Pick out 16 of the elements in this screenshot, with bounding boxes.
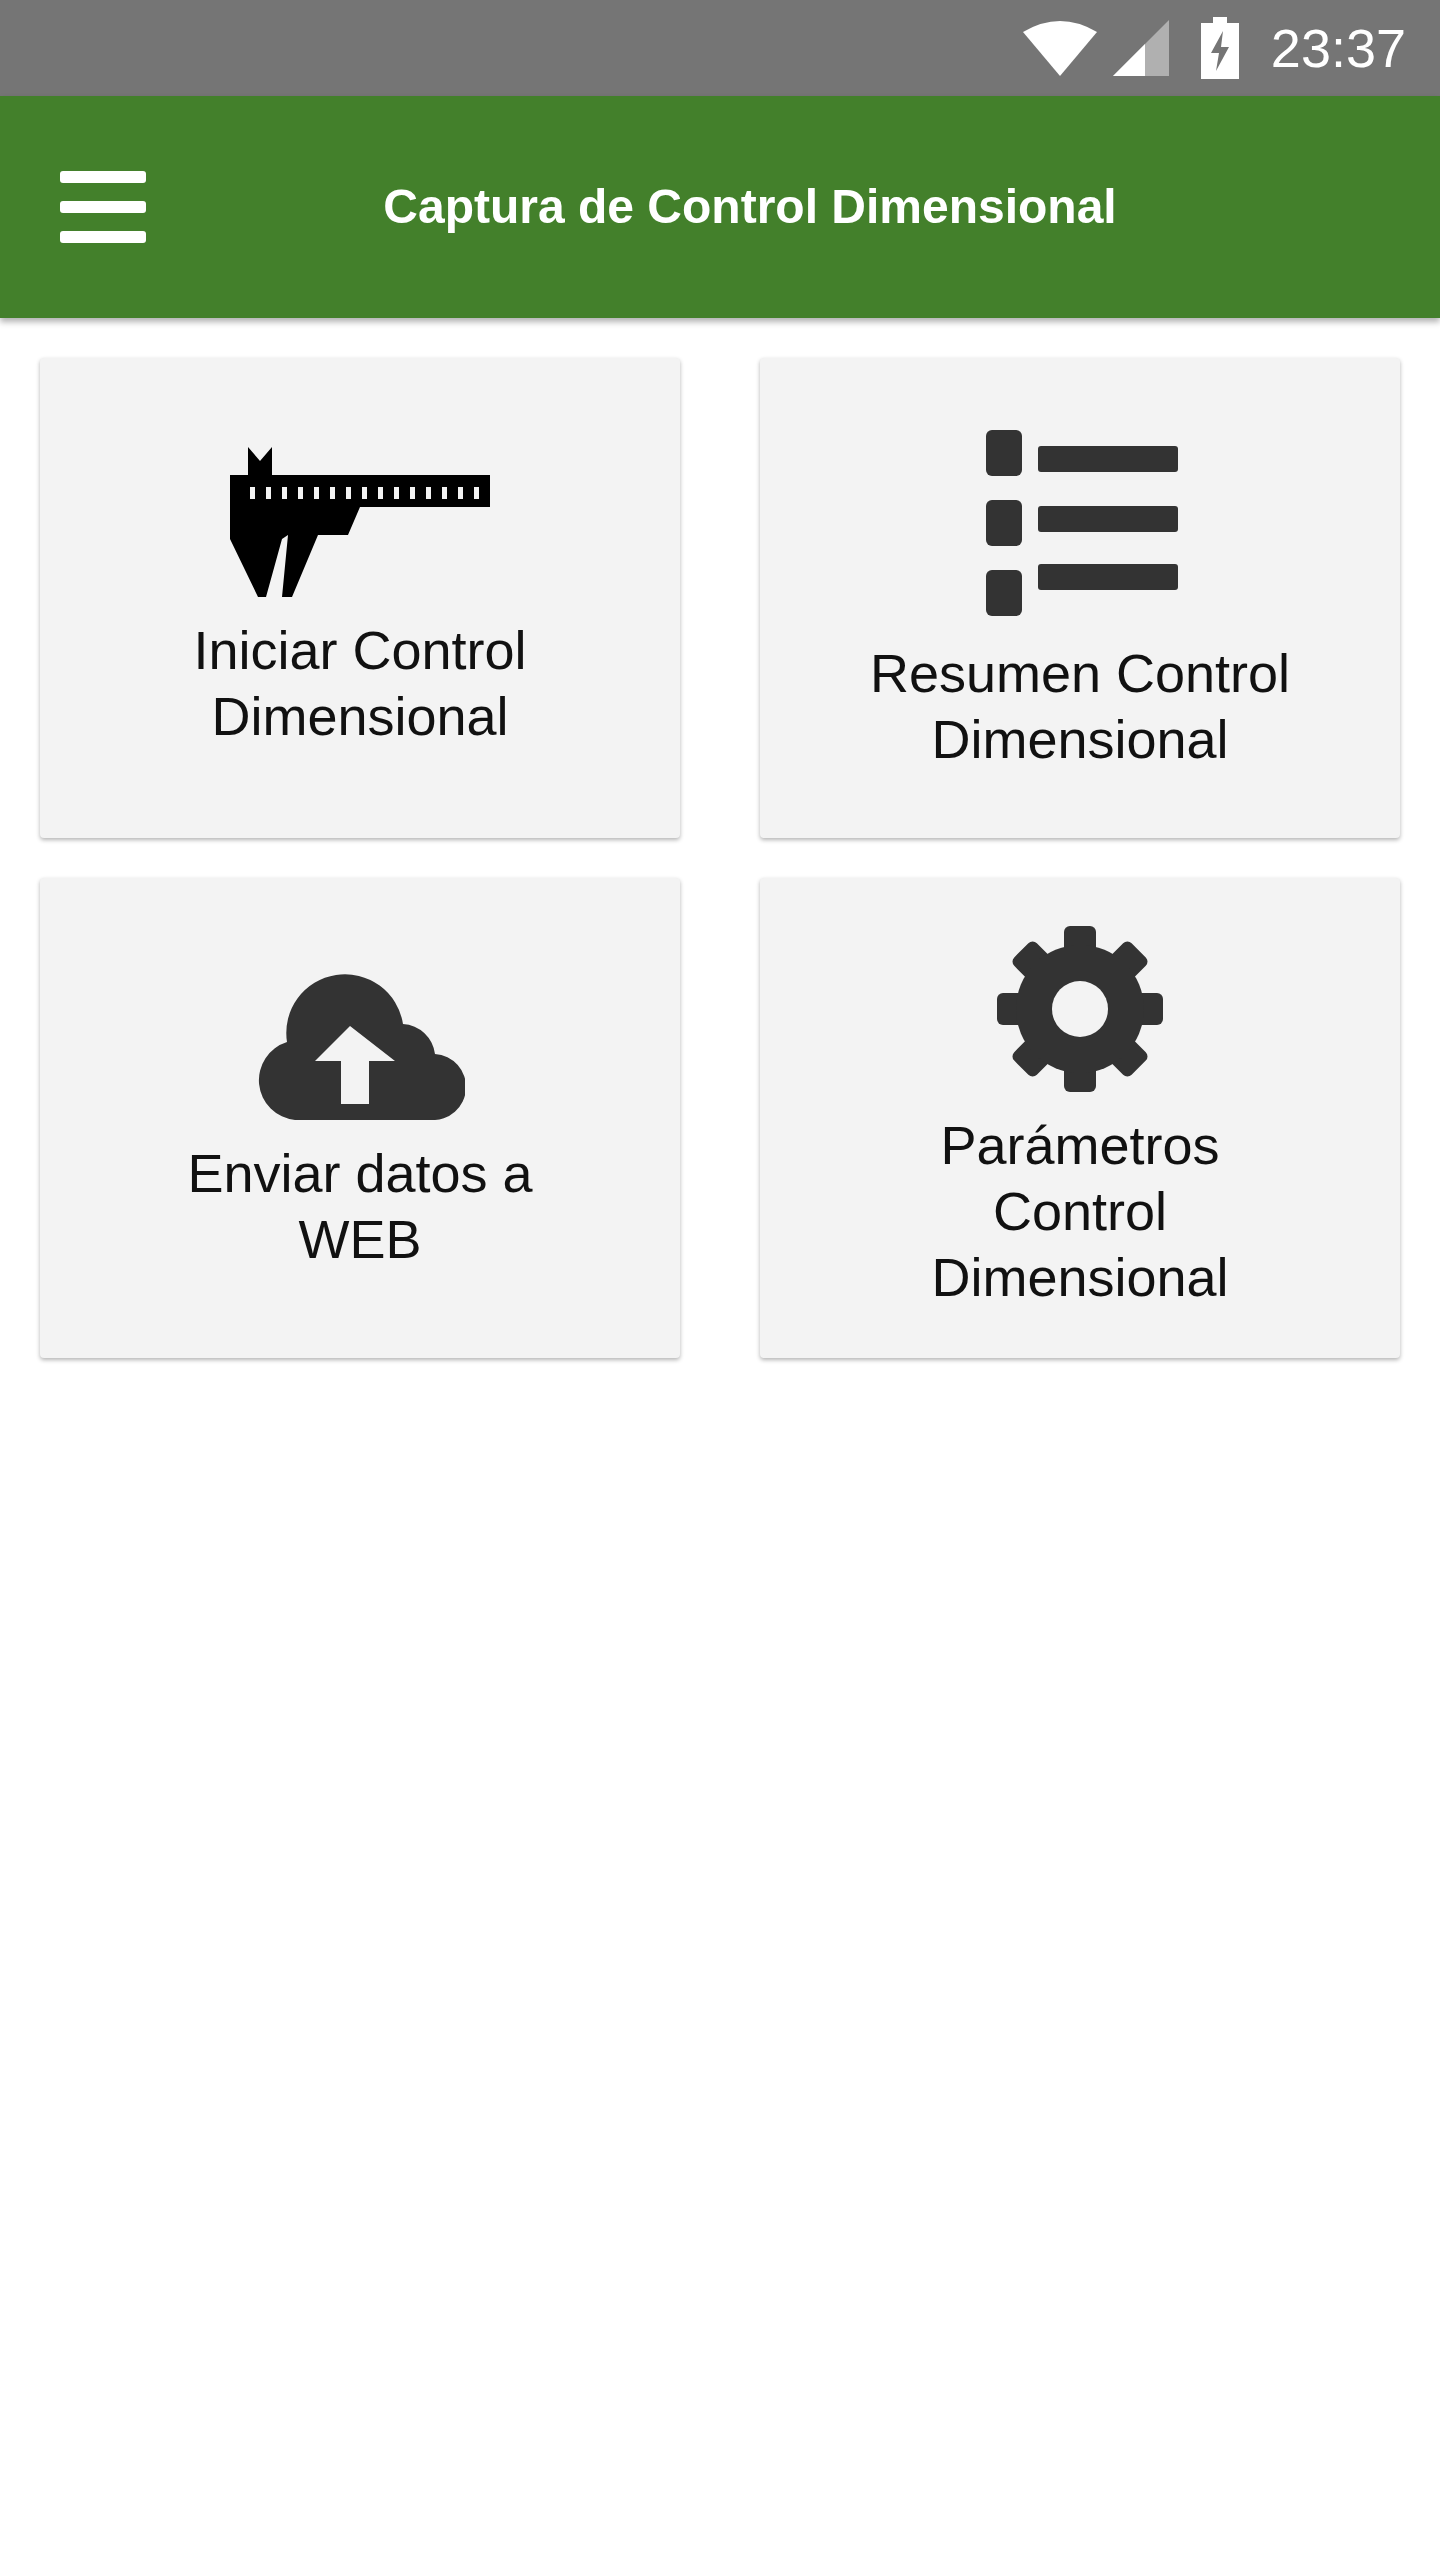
status-time: 23:37 <box>1270 16 1406 80</box>
menu-tile[interactable]: Enviar datos a WEB <box>40 878 680 1358</box>
app-title: Captura de Control Dimensional <box>382 179 1118 235</box>
battery-icon <box>1200 17 1239 79</box>
menu-tile[interactable]: Resumen Control Dimensional <box>760 358 1400 838</box>
tile-label: Iniciar Control Dimensional <box>193 619 527 748</box>
menu-tile[interactable]: Iniciar Control Dimensional <box>40 358 680 838</box>
menu-button[interactable] <box>60 171 146 243</box>
tile-label: Enviar datos a WEB <box>187 1142 533 1271</box>
wifi-icon <box>1022 20 1097 76</box>
gear-icon <box>997 926 1163 1092</box>
menu-tile[interactable]: Parámetros Control Dimensional <box>760 878 1400 1358</box>
tile-label: Resumen Control Dimensional <box>869 642 1291 771</box>
signal-icon <box>1112 20 1169 76</box>
tile-label: Parámetros Control Dimensional <box>931 1114 1229 1309</box>
caliper-icon <box>230 447 490 597</box>
